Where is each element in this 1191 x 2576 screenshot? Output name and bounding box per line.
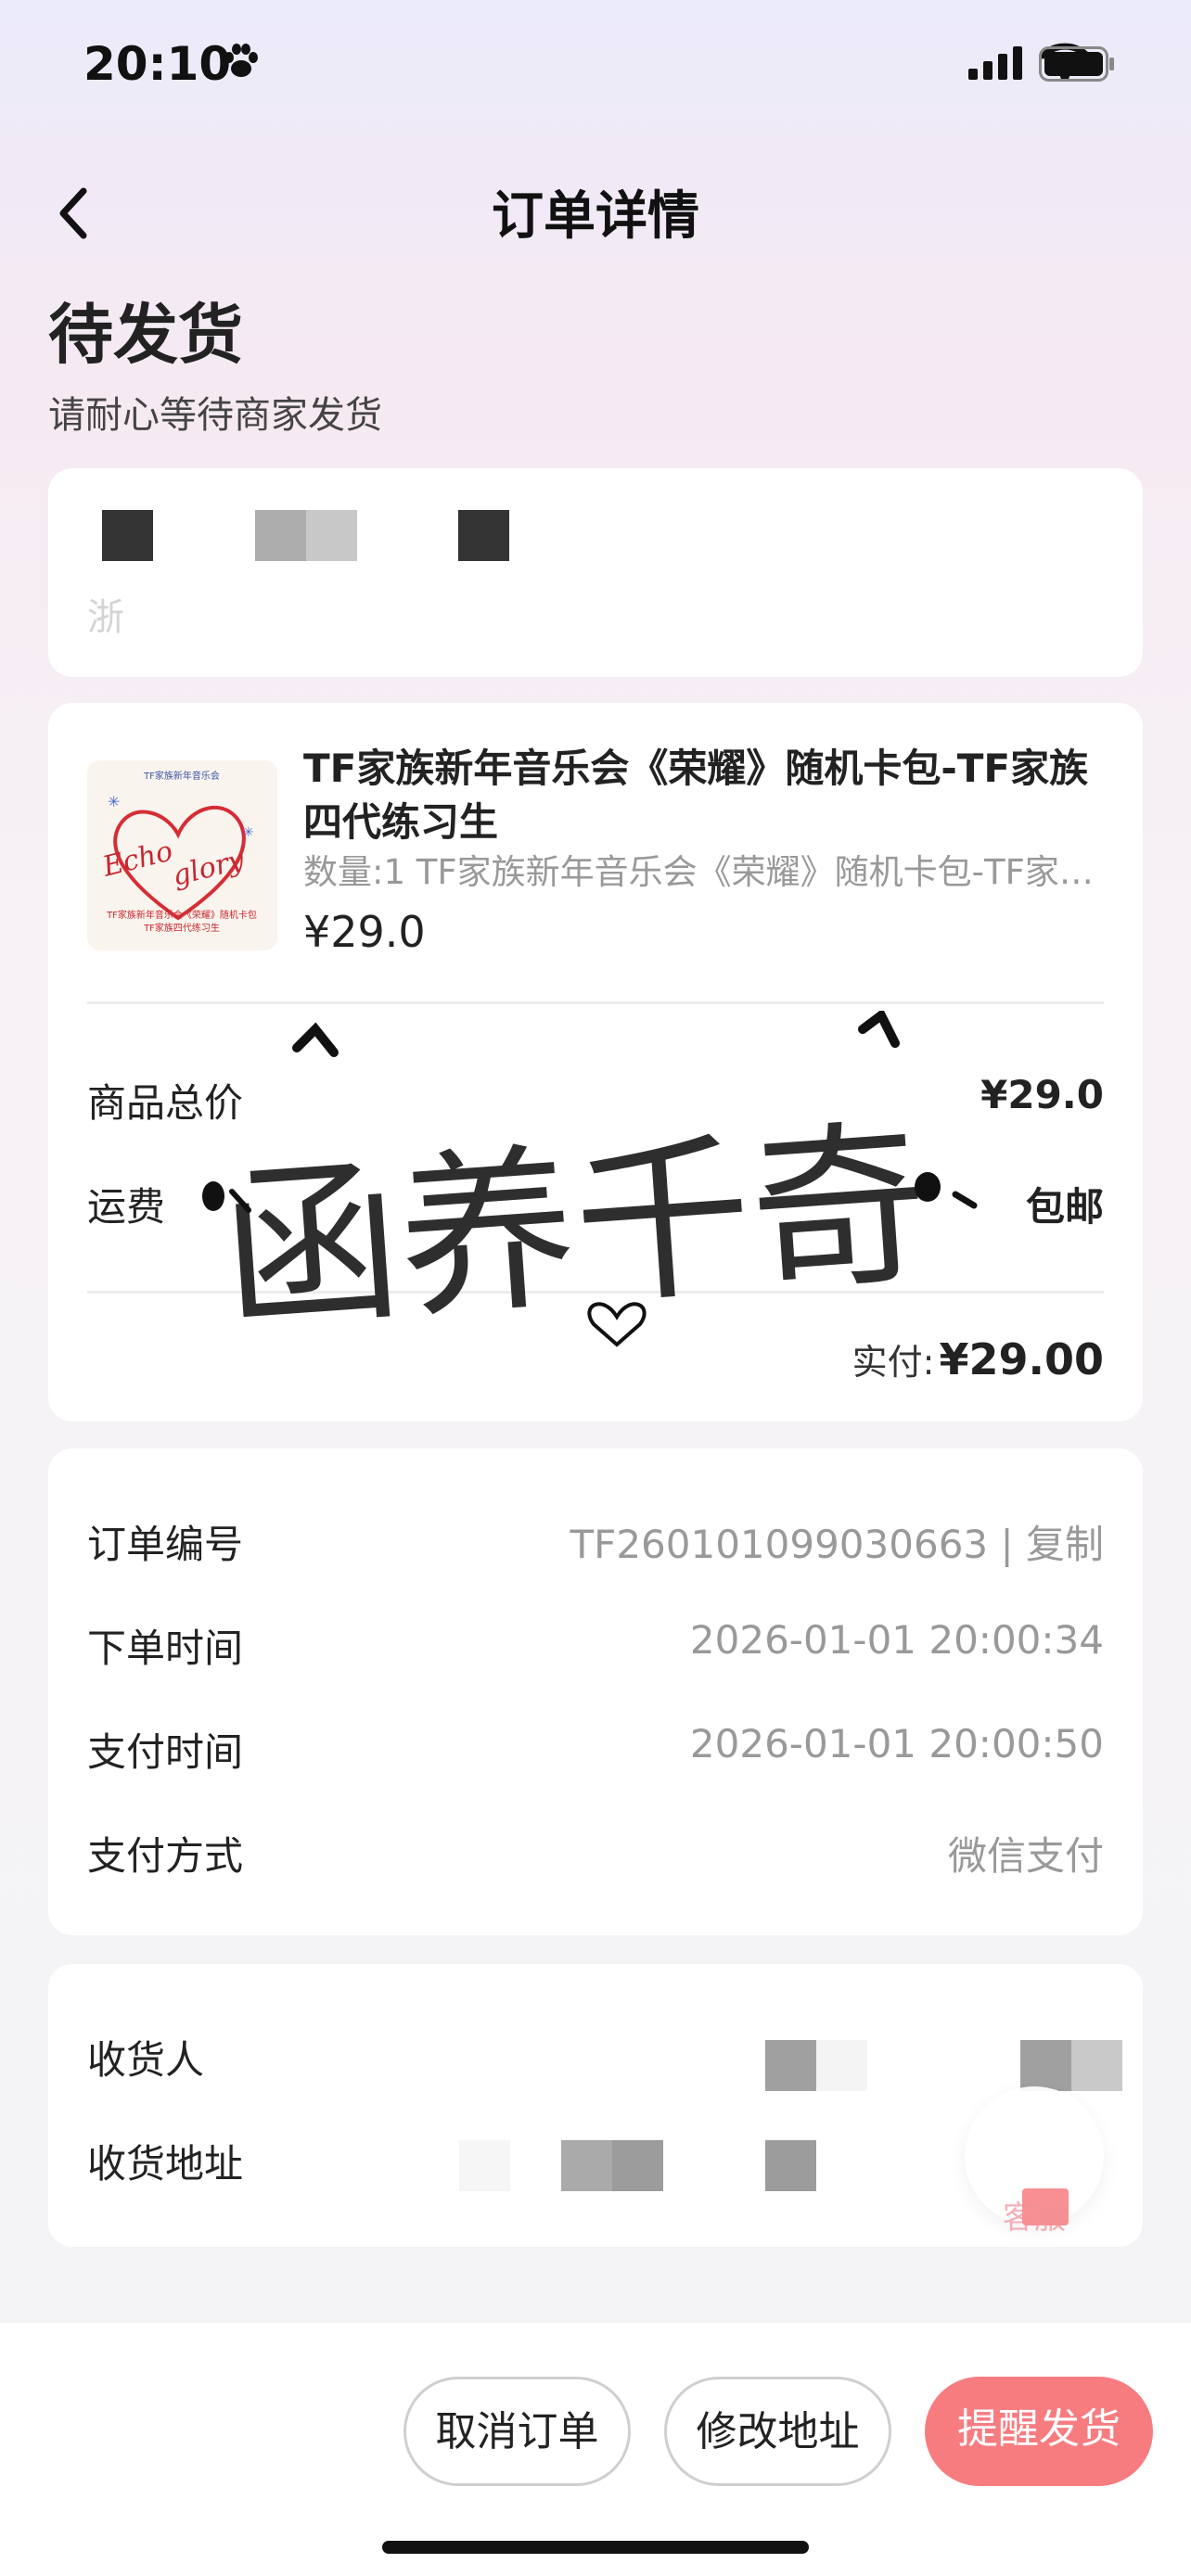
order-status-title: 待发货	[48, 297, 243, 373]
redacted-block	[816, 2040, 867, 2091]
order-status-subtitle: 请耐心等待商家发货	[48, 394, 382, 437]
home-indicator	[382, 2541, 809, 2554]
pay-method-label: 支付方式	[87, 1833, 244, 1879]
redacted-block	[561, 2140, 612, 2191]
thumb-caption-1: TF家族新年音乐会《荣耀》随机卡包	[106, 909, 257, 921]
pay-method-value: 微信支付	[947, 1833, 1104, 1879]
redacted-block	[765, 2040, 816, 2091]
status-time: 20:10	[83, 37, 232, 91]
cancel-order-button[interactable]: 取消订单	[403, 2377, 631, 2486]
product-quantity: 数量:1 TF家族新年音乐会《荣耀》随机卡包-TF家族四代练习生	[303, 852, 1110, 892]
order-number-label: 订单编号	[87, 1522, 244, 1567]
address-label: 收货地址	[87, 2141, 244, 2187]
pay-time-value: 2026-01-01 20:00:50	[689, 1721, 1104, 1766]
product-price: ¥29.0	[303, 907, 426, 957]
product-name[interactable]: TF家族新年音乐会《荣耀》随机卡包-TF家族四代练习生	[303, 742, 1110, 849]
remind-shipping-button[interactable]: 提醒发货	[925, 2377, 1153, 2486]
divider	[87, 1001, 1104, 1004]
customer-service-label: 客服	[1003, 2200, 1066, 2237]
modify-address-button[interactable]: 修改地址	[664, 2377, 891, 2486]
product-image: Echo glory TF家族新年音乐会 TF家族新年音乐会《荣耀》随机卡包 T…	[87, 760, 277, 950]
redacted-block	[255, 510, 306, 561]
redacted-block	[1020, 2040, 1071, 2091]
page-title: 订单详情	[492, 186, 699, 247]
thumb-top-text: TF家族新年音乐会	[143, 770, 220, 782]
address-card[interactable]: 浙	[48, 468, 1143, 677]
redacted-block	[612, 2140, 663, 2191]
redacted-block	[306, 510, 357, 561]
redacted-block	[102, 510, 153, 561]
order-info-card: 订单编号 TF260101099030663 | 复制 下单时间 2026-01…	[48, 1448, 1143, 1935]
battery-icon	[1039, 46, 1114, 82]
redacted-block	[458, 510, 509, 561]
calligraphy-watermark: 函养千奇	[202, 1011, 978, 1355]
status-bar: 20:10	[0, 0, 1191, 130]
nav-bar: 订单详情	[0, 167, 1191, 260]
receiver-label: 收货人	[87, 2037, 205, 2083]
snowflake-decoration: ✳	[243, 825, 254, 840]
shipping-value: 包邮	[1025, 1184, 1104, 1230]
watermark-text: 函养千奇	[217, 1102, 935, 1355]
order-number-value[interactable]: TF260101099030663 | 复制	[570, 1513, 1105, 1570]
thumb-caption-2: TF家族四代练习生	[143, 922, 220, 934]
snowflake-decoration: ✳	[108, 793, 120, 810]
paw-icon	[224, 44, 258, 77]
customer-service-button[interactable]: 客服	[965, 2086, 1104, 2237]
pay-time-label: 支付时间	[87, 1729, 244, 1775]
redacted-block	[1071, 2040, 1122, 2091]
order-time-label: 下单时间	[87, 1626, 244, 1671]
redacted-block	[765, 2140, 816, 2191]
signal-icon	[968, 46, 1022, 80]
shipping-label: 运费	[87, 1184, 166, 1230]
bottom-action-bar: 取消订单 修改地址 提醒发货	[0, 2323, 1191, 2576]
product-thumbnail[interactable]: Echo glory TF家族新年音乐会 TF家族新年音乐会《荣耀》随机卡包 T…	[87, 760, 277, 950]
redacted-block	[459, 2140, 510, 2191]
order-time-value: 2026-01-01 20:00:34	[689, 1617, 1104, 1663]
address-partial-text: 浙	[87, 596, 124, 639]
